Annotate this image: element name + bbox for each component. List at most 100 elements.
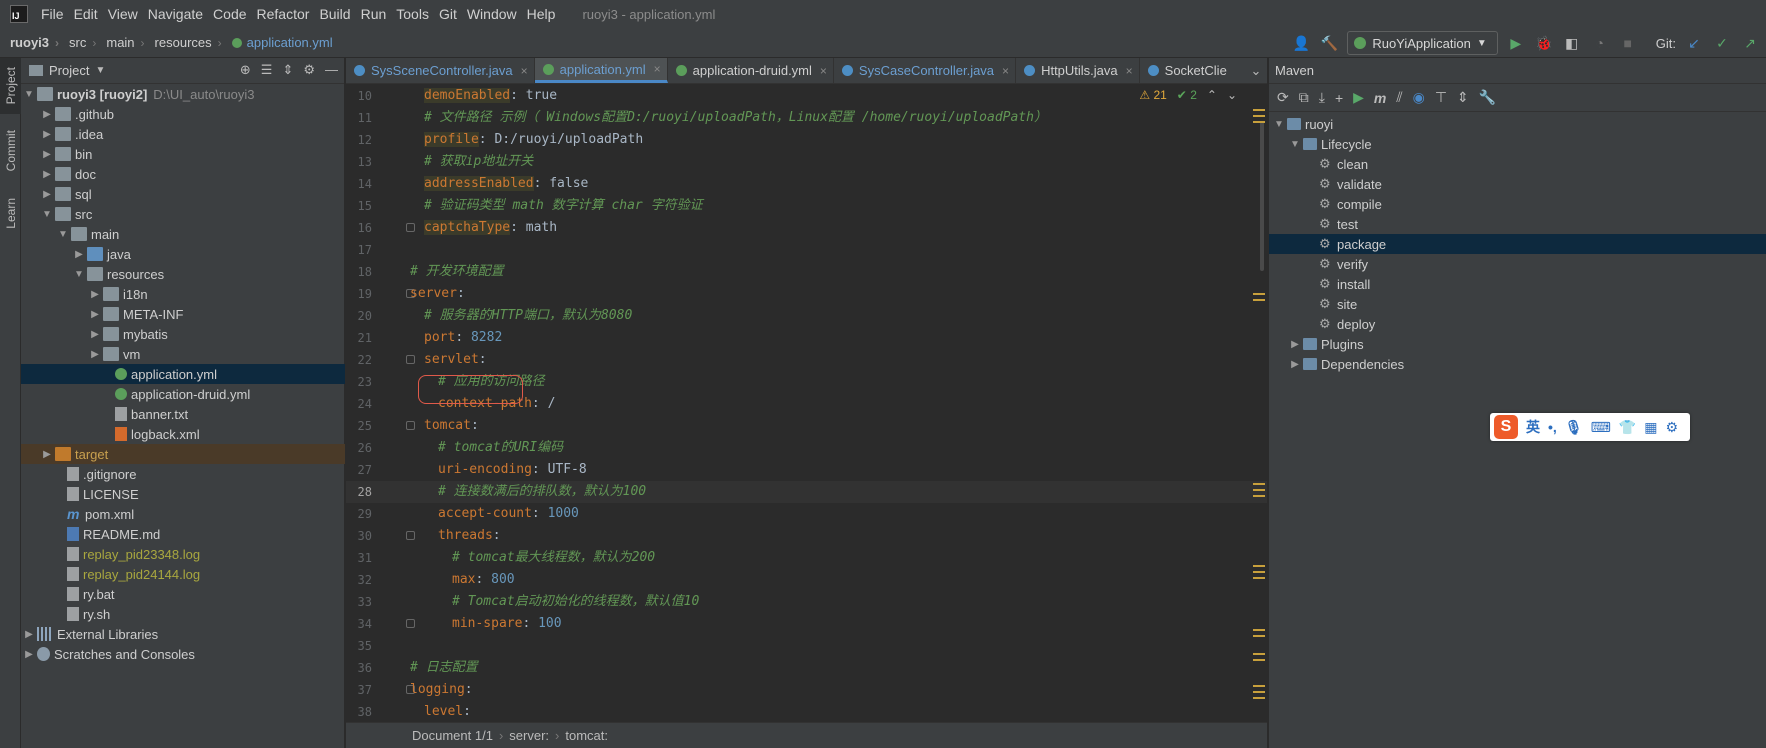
maven-goal-install[interactable]: ⚙ install (1269, 274, 1766, 294)
menu-file[interactable]: File (36, 0, 69, 28)
tree-item-gitignore[interactable]: .gitignore (21, 464, 345, 484)
git-commit-icon[interactable]: ✓ (1712, 33, 1732, 53)
inspection-widget[interactable]: ⚠ 21 ✔ 2 ⌃ ⌄ (1139, 88, 1237, 102)
menu-tools[interactable]: Tools (391, 0, 434, 28)
close-icon[interactable]: × (521, 64, 528, 78)
code-line[interactable]: 35 (346, 635, 1267, 657)
microphone-icon[interactable]: 🎙 (1565, 419, 1583, 436)
warning-stripe[interactable] (1253, 577, 1265, 579)
expand-all-icon[interactable]: ☰ (261, 62, 273, 78)
tree-item-meta-inf[interactable]: ▶ META-INF (21, 304, 345, 324)
tree-item-banner-txt[interactable]: banner.txt (21, 404, 345, 424)
maven-goal-site[interactable]: ⚙ site (1269, 294, 1766, 314)
project-panel-title[interactable]: Project (49, 63, 89, 78)
code-area[interactable]: ⚠ 21 ✔ 2 ⌃ ⌄ 10 demoEnabled: true 11 # 文件路径… (346, 85, 1267, 722)
menu-view[interactable]: View (103, 0, 143, 28)
tree-item-application-druid-yml[interactable]: application-druid.yml (21, 384, 345, 404)
tree-item-github[interactable]: ▶ .github (21, 104, 345, 124)
gear-icon[interactable]: ⚙ (303, 62, 315, 78)
code-line[interactable]: 22 servlet: (346, 349, 1267, 371)
tab-httputils[interactable]: HttpUtils.java × (1016, 58, 1140, 83)
maven-goal-verify[interactable]: ⚙ verify (1269, 254, 1766, 274)
maven-plugins[interactable]: ▶ Plugins (1269, 334, 1766, 354)
user-icon[interactable]: 👤 (1291, 33, 1311, 53)
warning-stripe[interactable] (1253, 115, 1265, 117)
offline-icon[interactable]: ◉ (1413, 89, 1425, 106)
warning-stripe[interactable] (1253, 697, 1265, 699)
tree-item-license[interactable]: LICENSE (21, 484, 345, 504)
tab-application-yml[interactable]: application.yml × (534, 58, 668, 83)
scroll-thumb[interactable] (1260, 121, 1264, 271)
collapse-all-icon[interactable]: ⇕ (1457, 89, 1469, 106)
skin-icon[interactable]: 👕 (1619, 419, 1636, 436)
wrench-icon[interactable]: 🔧 (1479, 89, 1496, 106)
fold-marker-icon[interactable] (406, 531, 415, 540)
chevron-down-icon[interactable]: ▼ (95, 65, 105, 76)
warning-stripe[interactable] (1253, 495, 1265, 497)
tab-sysscenecontroller[interactable]: SysSceneController.java × (346, 58, 535, 83)
ime-mode-toggle[interactable]: 英 (1526, 417, 1540, 437)
code-line[interactable]: 33 # Tomcat启动初始化的线程数，默认值10 (346, 591, 1267, 613)
code-line[interactable]: 10 demoEnabled: true (346, 85, 1267, 107)
build-hammer-icon[interactable]: 🔨 (1319, 33, 1339, 53)
tab-learn-tool[interactable]: Learn (0, 188, 21, 238)
code-line[interactable]: 19 server: (346, 283, 1267, 305)
tree-item-vm[interactable]: ▶ vm (21, 344, 345, 364)
warning-stripe[interactable] (1253, 653, 1265, 655)
tree-item-application-yml[interactable]: application.yml (21, 364, 345, 384)
run-icon[interactable]: ▶ (1506, 33, 1526, 53)
menu-git[interactable]: Git (434, 0, 462, 28)
code-line[interactable]: 18 # 开发环境配置 (346, 261, 1267, 283)
code-line[interactable]: 11 # 文件路径 示例（ Windows配置D:/ruoyi/uploadPat… (346, 107, 1267, 129)
debug-icon[interactable]: 🐞 (1534, 33, 1554, 53)
maven-goal-deploy[interactable]: ⚙ deploy (1269, 314, 1766, 334)
code-line[interactable]: 38 level: (346, 701, 1267, 722)
status-server[interactable]: server: (509, 728, 549, 743)
tree-item-ry-bat[interactable]: ry.bat (21, 584, 345, 604)
tree-item-logback-xml[interactable]: logback.xml (21, 424, 345, 444)
add-icon[interactable]: + (1335, 90, 1343, 106)
breadcrumb-main[interactable]: main › (96, 35, 144, 50)
breadcrumb-project[interactable]: ruoyi3 › (0, 35, 59, 50)
tree-item-replay-log-1[interactable]: replay_pid23348.log (21, 544, 345, 564)
warning-stripe[interactable] (1253, 571, 1265, 573)
warning-stripe[interactable] (1253, 293, 1265, 295)
warning-stripe[interactable] (1253, 685, 1265, 687)
tree-item-target[interactable]: ▶ target (21, 444, 345, 464)
warning-stripe[interactable] (1253, 109, 1265, 111)
tree-item-java[interactable]: ▶ java (21, 244, 345, 264)
fold-marker-icon[interactable] (406, 421, 415, 430)
run-icon[interactable]: ▶ (1353, 89, 1364, 106)
close-icon[interactable]: × (820, 64, 827, 78)
git-push-icon[interactable]: ↗ (1740, 33, 1760, 53)
maven-project-ruoyi[interactable]: ▼ ruoyi (1269, 114, 1766, 134)
status-document[interactable]: Document 1/1 (412, 728, 493, 743)
code-line[interactable]: 20 # 服务器的HTTP端口，默认为8080 (346, 305, 1267, 327)
code-line[interactable]: 32 max: 800 (346, 569, 1267, 591)
code-line[interactable]: 16 captchaType: math (346, 217, 1267, 239)
tree-item-root[interactable]: ▼ ruoyi3 [ruoyi2] D:\UI_auto\ruoyi3 (21, 84, 345, 104)
keyboard-icon[interactable]: ⌨ (1591, 419, 1611, 436)
profile-icon[interactable]: ◔ (1590, 33, 1610, 53)
run-configuration-select[interactable]: RuoYiApplication ▼ (1347, 31, 1498, 55)
generate-sources-icon[interactable]: ⧉ (1299, 89, 1309, 106)
tree-item-doc[interactable]: ▶ doc (21, 164, 345, 184)
menu-code[interactable]: Code (208, 0, 251, 28)
menu-help[interactable]: Help (522, 0, 561, 28)
code-line[interactable]: 26 # tomcat的URI编码 (346, 437, 1267, 459)
locate-icon[interactable]: ⊕ (240, 62, 251, 78)
maven-goal-test[interactable]: ⚙ test (1269, 214, 1766, 234)
tree-item-scratches[interactable]: ▶ Scratches and Consoles (21, 644, 345, 664)
code-line[interactable]: 21 port: 8282 (346, 327, 1267, 349)
maven-goal-validate[interactable]: ⚙ validate (1269, 174, 1766, 194)
code-line[interactable]: 28 # 连接数满后的排队数，默认为100 (346, 481, 1267, 503)
tree-item-main[interactable]: ▼ main (21, 224, 345, 244)
code-line[interactable]: 27 uri-encoding: UTF-8 (346, 459, 1267, 481)
toolbox-icon[interactable]: ⚙ (1665, 419, 1678, 436)
editor-scrollbar[interactable] (1249, 85, 1267, 722)
chevron-down-icon[interactable]: ⌄ (1245, 58, 1267, 83)
breadcrumb-src[interactable]: src › (59, 35, 96, 50)
code-line[interactable]: 25 tomcat: (346, 415, 1267, 437)
punctuation-icon[interactable]: •, (1548, 419, 1557, 435)
ime-toolbar[interactable]: S 英 •, 🎙 ⌨ 👕 ▦ ⚙ (1490, 413, 1690, 441)
